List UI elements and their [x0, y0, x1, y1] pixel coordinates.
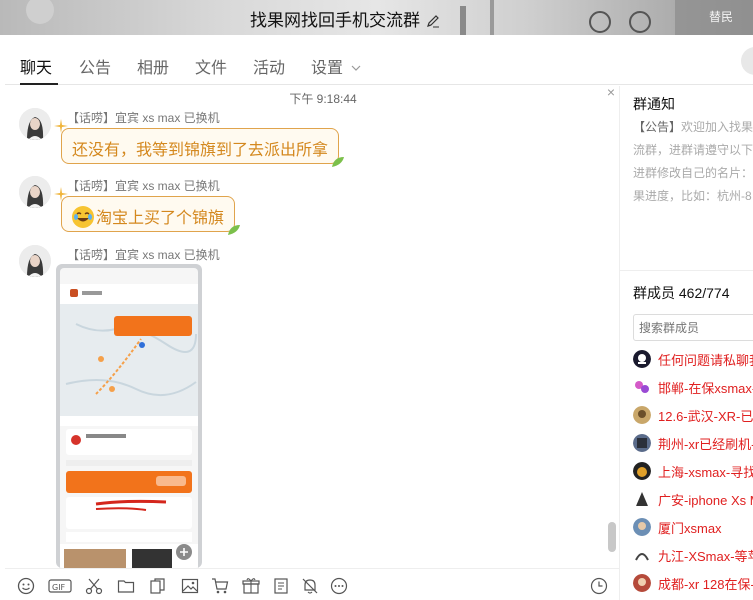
member-list-item[interactable]: 邯郸-在保xsmax- [633, 376, 753, 398]
member-avatar [633, 434, 651, 452]
tab-settings[interactable]: 设置 [311, 54, 361, 78]
member-list-item[interactable]: 任何问题请私聊我 [633, 348, 753, 370]
gift-icon[interactable] [242, 577, 260, 595]
sparkle-icon [54, 187, 68, 201]
member-avatar [633, 406, 651, 424]
avatar-image [19, 176, 51, 208]
active-tab-indicator [20, 83, 58, 85]
tab-announcements[interactable]: 公告 [79, 54, 111, 78]
chat-messages-area: × 下午 9:18:44 【话唠】宜宾 xs max 已换机 还没有，我等到锦旗… [5, 86, 619, 568]
tab-activities[interactable]: 活动 [253, 54, 285, 78]
chat-scrollbar[interactable] [608, 522, 616, 552]
avatar-image [19, 108, 51, 140]
image-icon[interactable] [181, 577, 199, 595]
tab-settings-label: 设置 [311, 60, 344, 77]
document-icon[interactable] [272, 577, 290, 595]
emoji-icon[interactable] [17, 577, 35, 595]
member-search-input[interactable] [633, 314, 753, 341]
member-avatar [633, 546, 651, 564]
member-avatar [633, 378, 651, 396]
member-name: 任何问题请私聊我 [658, 353, 753, 368]
watermark-text: 替民 [708, 10, 733, 24]
member-avatar [633, 490, 651, 508]
panel-divider [620, 270, 753, 271]
message-text: 淘宝上买了个锦旗 [96, 210, 225, 227]
notice-line: 进群修改自己的名片： [633, 166, 753, 180]
message-sender: 【话唠】宜宾 xs max 已换机 [67, 248, 220, 262]
member-list-item[interactable]: 厦门xsmax [633, 516, 753, 538]
tab-files[interactable]: 文件 [195, 54, 227, 78]
member-name: 厦门xsmax [658, 521, 722, 536]
tab-album[interactable]: 相册 [137, 54, 169, 78]
notice-line: 果进度，比如：杭州-8 [633, 189, 752, 203]
avatar[interactable] [19, 245, 51, 277]
tab-bar: 聊天 公告 相册 文件 活动 设置 [5, 35, 753, 85]
notice-line: 流群，进群请遵守以下 [633, 143, 753, 157]
window-title: 找果网找回手机交流群 [0, 6, 690, 31]
gif-icon[interactable]: GIF [48, 577, 72, 595]
folder-icon[interactable] [117, 577, 135, 595]
leaf-icon [228, 225, 241, 235]
member-avatar [633, 518, 651, 536]
member-name: 上海-xsmax-寻找 [658, 465, 753, 480]
svg-text:GIF: GIF [52, 583, 66, 592]
leaf-icon [332, 157, 345, 167]
member-name: 荆州-xr已经刷机- [658, 437, 753, 452]
group-side-panel: 群通知 【公告】欢迎加入找果网 流群，进群请遵守以下 进群修改自己的名片： 果进… [619, 86, 753, 600]
notice-tag: 【公告】 [633, 120, 682, 134]
message-text: 还没有，我等到锦旗到了去派出所拿 [72, 142, 329, 159]
scissors-icon[interactable] [85, 577, 103, 595]
chevron-down-icon [352, 65, 361, 71]
more-menu-button[interactable] [741, 47, 753, 75]
member-name: 12.6-武汉-XR-已刷 [658, 409, 753, 424]
member-list-item[interactable]: 上海-xsmax-寻找 [633, 460, 753, 482]
shared-image-phone-screenshot[interactable] [56, 264, 202, 568]
tab-chat[interactable]: 聊天 [20, 54, 52, 78]
member-name: 成都-xr 128在保-i [658, 577, 753, 592]
message-sender: 【话唠】宜宾 xs max 已换机 [67, 111, 220, 125]
member-list-item[interactable]: 12.6-武汉-XR-已刷 [633, 404, 753, 426]
history-icon[interactable] [590, 577, 608, 595]
files-icon[interactable] [149, 577, 167, 595]
message-timestamp: 下午 9:18:44 [289, 92, 357, 106]
sparkle-icon [54, 119, 68, 133]
member-list-item[interactable]: 荆州-xr已经刷机- [633, 432, 753, 454]
input-toolbar: GIF [5, 568, 619, 600]
member-list-item[interactable]: 成都-xr 128在保-i [633, 572, 753, 594]
member-name: 九江-XSmax-等苹 [658, 549, 753, 564]
pencil-icon[interactable] [426, 14, 440, 28]
avatar-image [19, 245, 51, 277]
notice-line: 欢迎加入找果网 [681, 120, 753, 134]
group-members-title: 群成员 462/774 [633, 285, 730, 301]
laughing-emoji-icon [72, 206, 94, 228]
message-sender: 【话唠】宜宾 xs max 已换机 [67, 179, 220, 193]
member-name: 邯郸-在保xsmax- [658, 381, 753, 396]
more-icon[interactable] [330, 577, 348, 595]
message-bubble[interactable]: 还没有，我等到锦旗到了去派出所拿 [54, 119, 345, 167]
group-notice-title: 群通知 [633, 96, 675, 112]
phone-screenshot-image [60, 268, 198, 568]
group-notice-body[interactable]: 【公告】欢迎加入找果网 流群，进群请遵守以下 进群修改自己的名片： 果进度，比如… [633, 116, 753, 208]
member-avatar [633, 350, 651, 368]
member-avatar [633, 462, 651, 480]
cart-icon[interactable] [211, 577, 229, 595]
member-list-item[interactable]: 九江-XSmax-等苹 [633, 544, 753, 566]
title-bar: 找果网找回手机交流群 替民 [0, 0, 753, 35]
member-list-item[interactable]: 广安-iphone Xs M [633, 488, 753, 510]
avatar[interactable] [19, 176, 51, 208]
message-bubble[interactable]: 淘宝上买了个锦旗 [54, 187, 241, 235]
avatar[interactable] [19, 108, 51, 140]
member-name: 广安-iphone Xs M [658, 493, 753, 508]
member-avatar [633, 574, 651, 592]
window-title-text: 找果网找回手机交流群 [250, 11, 420, 30]
bell-off-icon[interactable] [301, 577, 319, 595]
